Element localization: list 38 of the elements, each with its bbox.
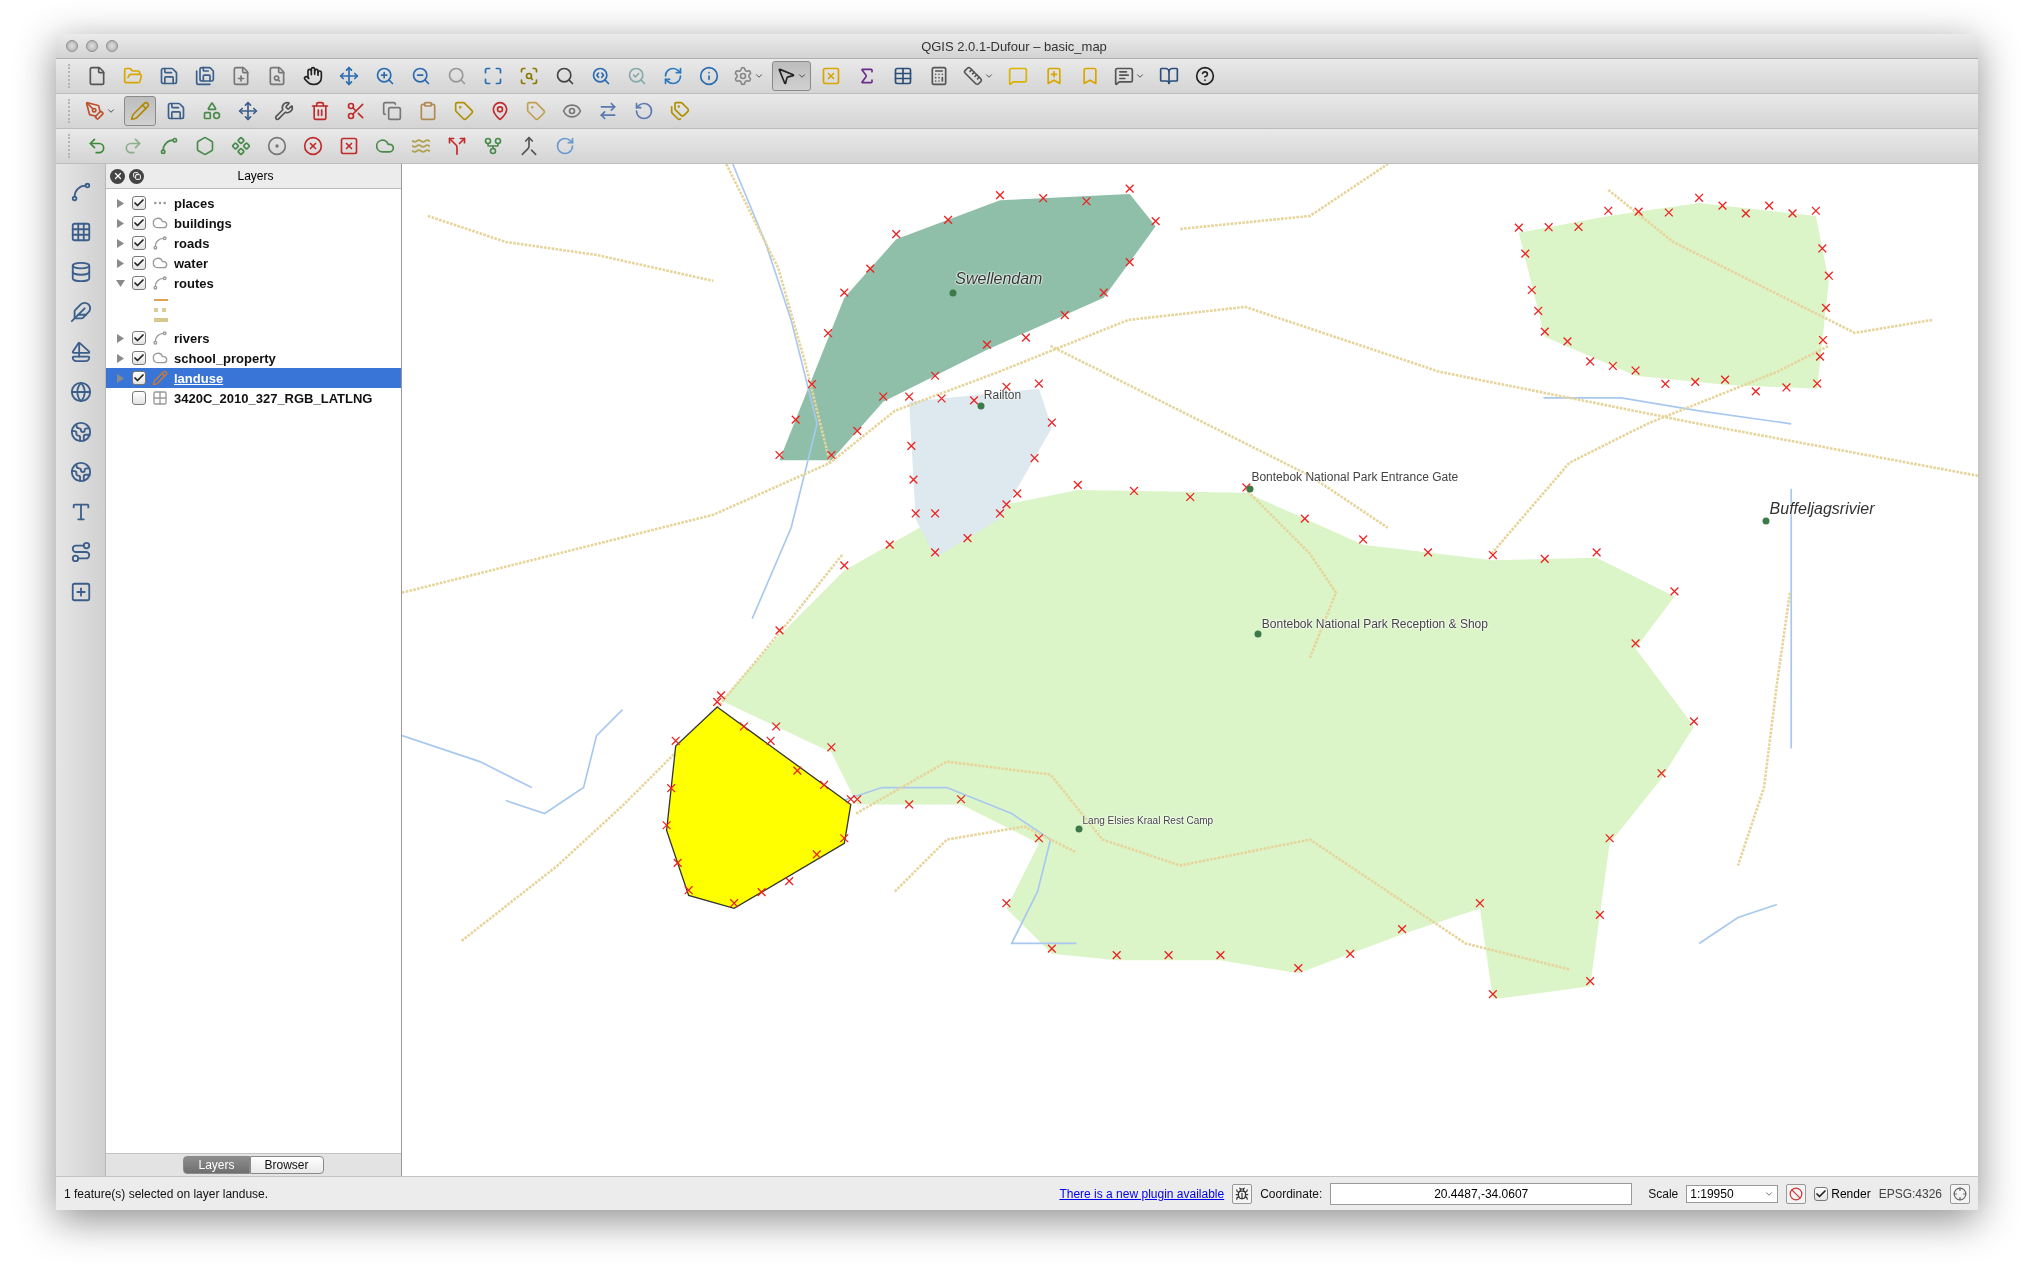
layer-name: roads [174,235,210,251]
crs-label[interactable]: EPSG:4326 [1878,1186,1942,1201]
map-label: Bontebok National Park Reception & Shop [1261,616,1488,631]
layer-row[interactable]: water [106,253,401,273]
coordinate-label: Coordinate: [1260,1186,1323,1201]
status-message: 1 feature(s) selected on layer landuse. [64,1186,270,1201]
render-label: Render [1831,1186,1871,1201]
layer-row[interactable]: places [106,193,401,213]
layer-name: landuse [174,370,224,386]
layer-name: places [174,195,215,211]
panel-tab[interactable]: Browser [249,1156,324,1174]
layer-name: routes [174,275,214,291]
map-label: Lang Elsies Kraal Rest Camp [1082,814,1214,826]
map-label: Bontebok National Park Entrance Gate [1251,469,1459,484]
layer-name: buildings [174,215,232,231]
map-label: Buffeljagsrivier [1769,500,1875,519]
panel-tab[interactable]: Layers [183,1156,250,1174]
layer-row[interactable]: 3420C_2010_327_RGB_LATLNG [106,388,401,408]
layer-row[interactable]: school_property [106,348,401,368]
layer-row[interactable]: buildings [106,213,401,233]
map-label: Railton [983,387,1022,402]
layer-row[interactable]: routes [106,273,401,293]
layer-name: school_property [174,350,276,366]
scale-value: 1:19950 [1690,1186,1734,1201]
layer-row[interactable]: roads [106,233,401,253]
layer-name: water [174,255,208,271]
layer-name: 3420C_2010_327_RGB_LATLNG [174,390,373,406]
plugin-link[interactable]: There is a new plugin available [1059,1186,1225,1201]
layer-name: rivers [174,330,210,346]
scale-combo[interactable]: 1:19950 [1686,1184,1779,1203]
window-title: QGIS 2.0.1-Dufour – basic_map [920,38,1108,54]
layer-row[interactable]: rivers [106,328,401,348]
layer-row[interactable]: landuse [106,368,401,388]
render-checkbox[interactable]: Render [1814,1186,1871,1201]
coordinate-field[interactable]: 20.4487,-34.0607 [1330,1182,1633,1205]
panel-title: Layers [236,169,275,183]
scale-label: Scale [1648,1186,1679,1201]
map-label: Swellendam [955,269,1043,288]
